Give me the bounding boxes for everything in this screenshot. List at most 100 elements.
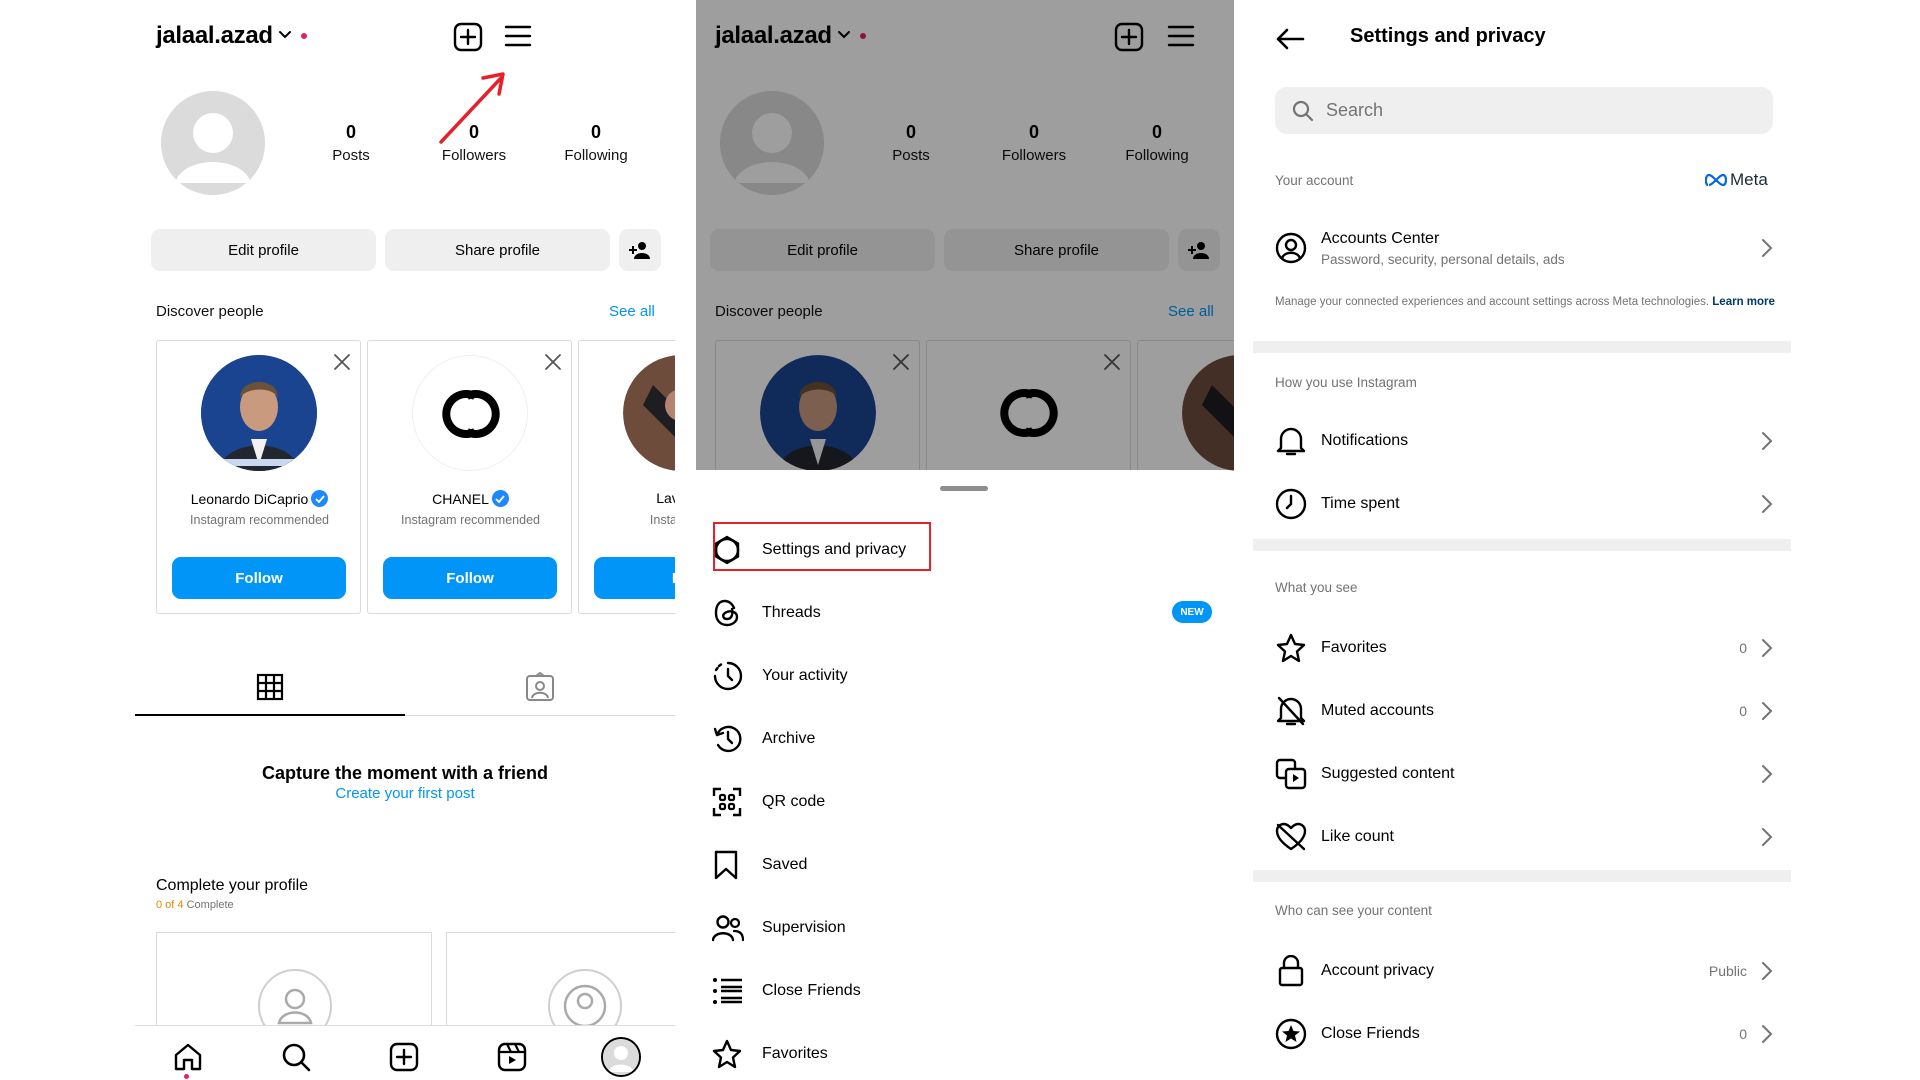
suggested-content-icon	[1273, 758, 1309, 790]
chevron-right-icon	[1761, 638, 1773, 658]
favorites-count: 0	[1739, 640, 1747, 656]
accounts-center-subtitle: Password, security, personal details, ad…	[1321, 251, 1565, 267]
settings-panel: Settings and privacy Search Your account…	[1253, 0, 1791, 1080]
manage-note-text: Manage your connected experiences and ac…	[1275, 296, 1710, 308]
create-first-post-link[interactable]: Create your first post	[135, 785, 675, 802]
menu-item-saved[interactable]: Saved	[712, 841, 1222, 889]
stat-following[interactable]: 0 Following	[541, 122, 651, 164]
suggested-content-row[interactable]: Suggested content	[1273, 745, 1773, 803]
create-post-icon[interactable]	[453, 22, 483, 52]
profile-tab-avatar[interactable]	[601, 1037, 641, 1077]
grid-tab-icon[interactable]	[256, 673, 284, 701]
account-privacy-row[interactable]: Account privacy Public	[1273, 942, 1773, 1000]
modal-backdrop[interactable]	[696, 0, 1234, 470]
time-spent-row[interactable]: Time spent	[1273, 475, 1773, 533]
threads-icon	[712, 598, 752, 628]
clock-icon	[1273, 488, 1309, 520]
tab-divider	[405, 715, 675, 716]
add-person-icon	[629, 242, 650, 259]
page-title: Settings and privacy	[1350, 25, 1546, 47]
favorites-label: Favorites	[1321, 639, 1387, 656]
close-friends-row[interactable]: Close Friends 0	[1273, 1005, 1773, 1063]
accounts-center-row[interactable]: Accounts Center Password, security, pers…	[1273, 218, 1773, 278]
tagged-tab-icon[interactable]	[525, 672, 555, 702]
suggestion-card[interactable]: Laverne Instagram r Fo	[578, 340, 675, 614]
complete-word: Complete	[186, 899, 234, 911]
suggestion-card[interactable]: CHANEL Instagram recommended Follow	[367, 340, 572, 614]
notifications-row[interactable]: Notifications	[1273, 412, 1773, 470]
bell-icon	[1273, 425, 1309, 457]
close-icon[interactable]	[544, 353, 562, 371]
share-profile-button[interactable]: Share profile	[385, 229, 610, 271]
menu-item-favorites[interactable]: Favorites	[712, 1030, 1222, 1078]
like-count-row[interactable]: Like count	[1273, 808, 1773, 866]
time-spent-label: Time spent	[1321, 495, 1400, 512]
stat-followers[interactable]: 0 Followers	[419, 122, 529, 164]
muted-accounts-row[interactable]: Muted accounts 0	[1273, 682, 1773, 740]
chevron-down-icon[interactable]	[278, 30, 292, 40]
menu-item-archive[interactable]: Archive	[712, 715, 1222, 763]
search-icon	[1292, 100, 1314, 122]
back-arrow-icon[interactable]	[1275, 27, 1305, 51]
complete-progress: 0 of 4 Complete	[156, 899, 234, 911]
favorites-row[interactable]: Favorites 0	[1273, 619, 1773, 677]
chevron-right-icon	[1761, 238, 1773, 258]
home-notification-dot	[184, 1074, 189, 1079]
suggestion-subtitle: Instagram r	[649, 513, 675, 527]
menu-item-settings-and-privacy[interactable]: Settings and privacy	[712, 526, 1222, 574]
profile-username[interactable]: jalaal.azad	[156, 22, 273, 50]
suggestion-card[interactable]: Leonardo DiCaprio Instagram recommended …	[156, 340, 361, 614]
suggestion-subtitle: Instagram recommended	[401, 513, 540, 527]
your-account-label: Your account	[1275, 173, 1354, 188]
menu-item-close-friends[interactable]: Close Friends	[712, 967, 1222, 1015]
menu-item-supervision[interactable]: Supervision	[712, 904, 1222, 952]
bottom-nav	[135, 1025, 675, 1080]
muted-accounts-label: Muted accounts	[1321, 702, 1434, 719]
edit-profile-button[interactable]: Edit profile	[151, 229, 376, 271]
activity-icon	[712, 660, 752, 692]
follow-button[interactable]: Follow	[172, 557, 346, 599]
new-badge: NEW	[1172, 601, 1212, 623]
meta-infinity-icon	[1705, 173, 1727, 187]
accounts-center-label: Accounts Center	[1321, 229, 1440, 247]
menu-item-qr-code[interactable]: QR code	[712, 778, 1222, 826]
suggestion-avatar[interactable]	[201, 355, 317, 471]
section-separator	[1253, 870, 1791, 882]
search-input[interactable]: Search	[1275, 87, 1773, 134]
suggestion-avatar[interactable]	[623, 355, 675, 471]
how-you-use-label: How you use Instagram	[1275, 375, 1417, 390]
profile-avatar[interactable]	[161, 91, 265, 195]
home-icon[interactable]	[173, 1042, 203, 1072]
suggestion-name: Laverne	[656, 490, 675, 506]
chanel-logo-avatar[interactable]	[412, 355, 528, 471]
chevron-right-icon	[1761, 701, 1773, 721]
menu-item-label: Supervision	[762, 919, 846, 936]
active-tab-indicator	[135, 714, 405, 716]
menu-item-your-activity[interactable]: Your activity	[712, 652, 1222, 700]
verified-badge-icon	[491, 490, 509, 507]
sheet-drag-handle[interactable]	[940, 486, 988, 491]
reels-icon[interactable]	[497, 1042, 527, 1072]
chevron-right-icon	[1761, 431, 1773, 451]
muted-accounts-count: 0	[1739, 703, 1747, 719]
add-person-button[interactable]	[619, 229, 661, 271]
archive-icon	[712, 723, 752, 755]
follow-button[interactable]: Follow	[383, 557, 557, 599]
star-icon	[712, 1039, 752, 1069]
hamburger-menu-icon[interactable]	[504, 24, 532, 48]
suggested-content-label: Suggested content	[1321, 765, 1455, 782]
chevron-right-icon	[1761, 494, 1773, 514]
close-icon[interactable]	[333, 353, 351, 371]
meta-logo: Meta	[1705, 170, 1768, 190]
see-all-link[interactable]: See all	[609, 303, 655, 320]
learn-more-link[interactable]: Learn more	[1712, 296, 1775, 308]
search-icon[interactable]	[281, 1042, 311, 1072]
create-icon[interactable]	[389, 1042, 419, 1072]
menu-item-threads[interactable]: Threads	[712, 589, 1222, 637]
close-friends-icon	[712, 976, 752, 1006]
section-separator	[1253, 539, 1791, 551]
search-placeholder: Search	[1326, 100, 1384, 120]
muted-bell-icon	[1273, 695, 1309, 727]
follow-button[interactable]: Fo	[594, 557, 675, 599]
stat-posts[interactable]: 0 Posts	[296, 122, 406, 164]
